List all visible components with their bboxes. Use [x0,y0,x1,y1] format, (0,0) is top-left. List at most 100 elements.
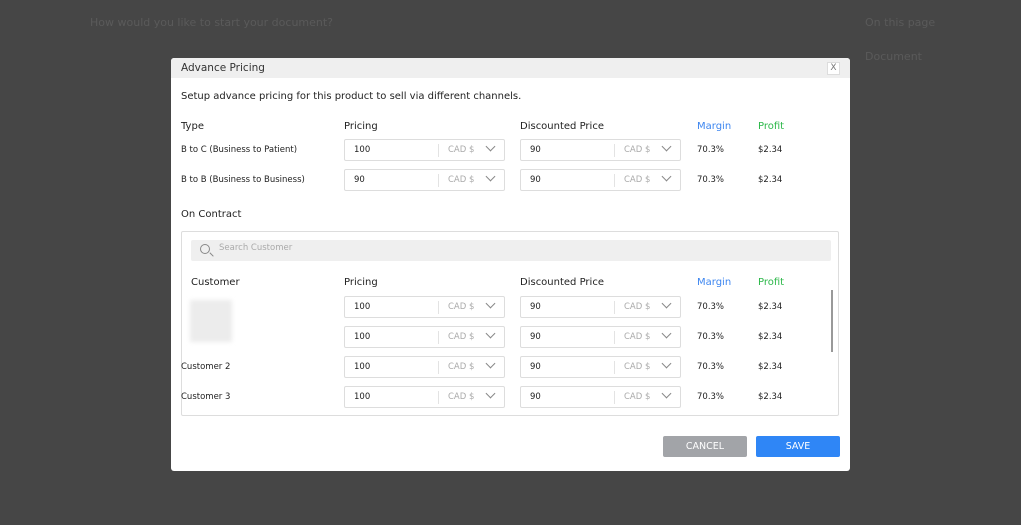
dialog-header: Advance Pricing X [171,58,850,78]
header-customer: Customer [191,277,240,288]
chevron-down-icon[interactable] [661,298,672,309]
chevron-down-icon[interactable] [485,141,496,152]
currency-select[interactable]: CAD $ [448,362,474,372]
discounted-price-input[interactable]: 90 CAD $ [520,296,681,318]
divider [614,391,615,404]
search-customer[interactable] [191,240,831,261]
discounted-price-input[interactable]: 90 CAD $ [520,356,681,378]
header-discounted: Discounted Price [520,121,604,132]
currency-select[interactable]: CAD $ [448,145,474,155]
margin-value: 70.3% [697,175,725,185]
header-profit: Profit [758,121,785,132]
divider [438,174,439,187]
currency-select[interactable]: CAD $ [624,302,650,312]
chevron-down-icon[interactable] [485,358,496,369]
currency-select[interactable]: CAD $ [448,175,474,185]
divider [614,144,615,157]
pricing-value: 100 [354,392,371,402]
pricing-value: 90 [354,175,365,185]
pricing-input[interactable]: 90 CAD $ [344,169,505,191]
discounted-value: 90 [530,362,541,372]
save-button[interactable]: SAVE [756,436,840,457]
pricing-input[interactable]: 100 CAD $ [344,326,505,348]
divider [438,391,439,404]
pricing-value: 100 [354,332,371,342]
currency-select[interactable]: CAD $ [448,392,474,402]
margin-value: 70.3% [697,302,725,312]
currency-select[interactable]: CAD $ [624,175,650,185]
header-pricing: Pricing [344,277,378,288]
divider [438,144,439,157]
divider [438,361,439,374]
header-profit: Profit [758,277,785,288]
chevron-down-icon[interactable] [485,298,496,309]
scrollbar[interactable] [831,290,833,352]
divider [614,174,615,187]
currency-select[interactable]: CAD $ [624,332,650,342]
cancel-button[interactable]: CANCEL [663,436,747,457]
discounted-price-input[interactable]: 90 CAD $ [520,386,681,408]
chevron-down-icon[interactable] [485,388,496,399]
discounted-price-input[interactable]: 90 CAD $ [520,169,681,191]
customer-avatar-blurred [190,300,232,342]
pricing-input[interactable]: 100 CAD $ [344,139,505,161]
pricing-input[interactable]: 100 CAD $ [344,296,505,318]
discounted-price-input[interactable]: 90 CAD $ [520,139,681,161]
divider [438,301,439,314]
background-on-this-page: On this page [865,16,936,29]
background-prompt: How would you like to start your documen… [90,16,334,29]
chevron-down-icon[interactable] [661,171,672,182]
profit-value: $2.34 [758,392,783,402]
profit-value: $2.34 [758,145,783,155]
divider [438,331,439,344]
header-margin: Margin [697,121,732,132]
margin-value: 70.3% [697,392,725,402]
row-label: Customer 2 [181,362,231,372]
row-label: B to C (Business to Patient) [181,145,298,155]
advance-pricing-dialog: Advance Pricing X Setup advance pricing … [171,58,850,471]
chevron-down-icon[interactable] [661,388,672,399]
header-type: Type [181,121,204,132]
discounted-value: 90 [530,332,541,342]
background-document: Document [865,50,922,63]
header-pricing: Pricing [344,121,378,132]
margin-value: 70.3% [697,332,725,342]
chevron-down-icon[interactable] [485,328,496,339]
discounted-value: 90 [530,302,541,312]
pricing-value: 100 [354,145,371,155]
divider [614,301,615,314]
chevron-down-icon[interactable] [661,328,672,339]
currency-select[interactable]: CAD $ [448,302,474,312]
row-label: B to B (Business to Business) [181,175,305,185]
chevron-down-icon[interactable] [661,141,672,152]
profit-value: $2.34 [758,362,783,372]
discounted-value: 90 [530,392,541,402]
currency-select[interactable]: CAD $ [624,362,650,372]
header-margin: Margin [697,277,732,288]
currency-select[interactable]: CAD $ [448,332,474,342]
profit-value: $2.34 [758,302,783,312]
search-customer-input[interactable] [219,243,799,253]
margin-value: 70.3% [697,145,725,155]
chevron-down-icon[interactable] [661,358,672,369]
profit-value: $2.34 [758,175,783,185]
currency-select[interactable]: CAD $ [624,145,650,155]
row-label: Customer 3 [181,392,231,402]
dialog-subtitle: Setup advance pricing for this product t… [181,91,522,102]
contract-panel: Customer Pricing Discounted Price Margin… [181,231,839,416]
dialog-title: Advance Pricing [181,62,265,74]
pricing-input[interactable]: 100 CAD $ [344,356,505,378]
currency-select[interactable]: CAD $ [624,392,650,402]
margin-value: 70.3% [697,362,725,372]
divider [614,361,615,374]
divider [614,331,615,344]
discounted-price-input[interactable]: 90 CAD $ [520,326,681,348]
pricing-input[interactable]: 100 CAD $ [344,386,505,408]
discounted-value: 90 [530,175,541,185]
discounted-value: 90 [530,145,541,155]
chevron-down-icon[interactable] [485,171,496,182]
pricing-value: 100 [354,302,371,312]
search-icon [200,244,210,254]
pricing-value: 100 [354,362,371,372]
close-icon[interactable]: X [827,62,840,75]
